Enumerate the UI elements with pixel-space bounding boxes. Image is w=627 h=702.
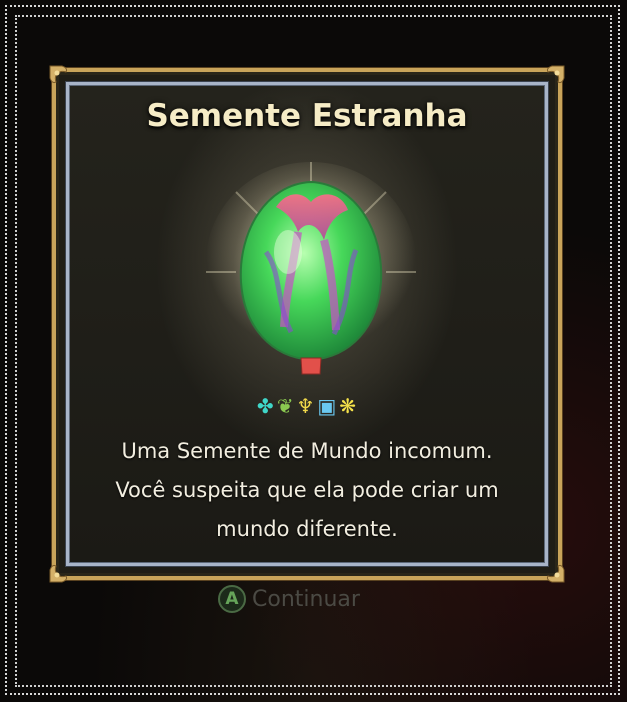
teal-swirl-glyph-icon: ✤: [256, 394, 275, 418]
description-line: mundo diferente.: [216, 517, 398, 541]
corner-ornament-icon: [49, 65, 67, 83]
yellow-hook-glyph-icon: ♆: [296, 394, 316, 418]
green-leaf-glyph-icon: ❦: [276, 394, 295, 418]
item-glyph-row: ✤ ❦ ♆ ▣ ❋: [56, 395, 558, 417]
blue-square-glyph-icon: ▣: [317, 394, 338, 418]
continue-prompt[interactable]: A Continuar: [218, 583, 360, 615]
corner-ornament-icon: [49, 565, 67, 583]
corner-ornament-icon: [547, 65, 565, 83]
strange-seed-icon: [206, 162, 416, 375]
description-line: Uma Semente de Mundo incomum.: [121, 439, 493, 463]
dialog-title: Semente Estranha: [146, 98, 468, 134]
game-scene-background: Semente Estranha ✤ ❦ ♆ ▣ ❋ Uma Semente d…: [0, 0, 627, 702]
continue-label[interactable]: Continuar: [252, 587, 360, 612]
item-description: Uma Semente de Mundo incomum. Você suspe…: [74, 432, 540, 549]
a-button-icon[interactable]: A: [218, 585, 246, 613]
corner-ornament-icon: [547, 565, 565, 583]
description-line: Você suspeita que ela pode criar um: [115, 478, 499, 502]
yellow-flower-glyph-icon: ❋: [339, 394, 358, 418]
item-dialog: Semente Estranha ✤ ❦ ♆ ▣ ❋ Uma Semente d…: [49, 65, 565, 583]
